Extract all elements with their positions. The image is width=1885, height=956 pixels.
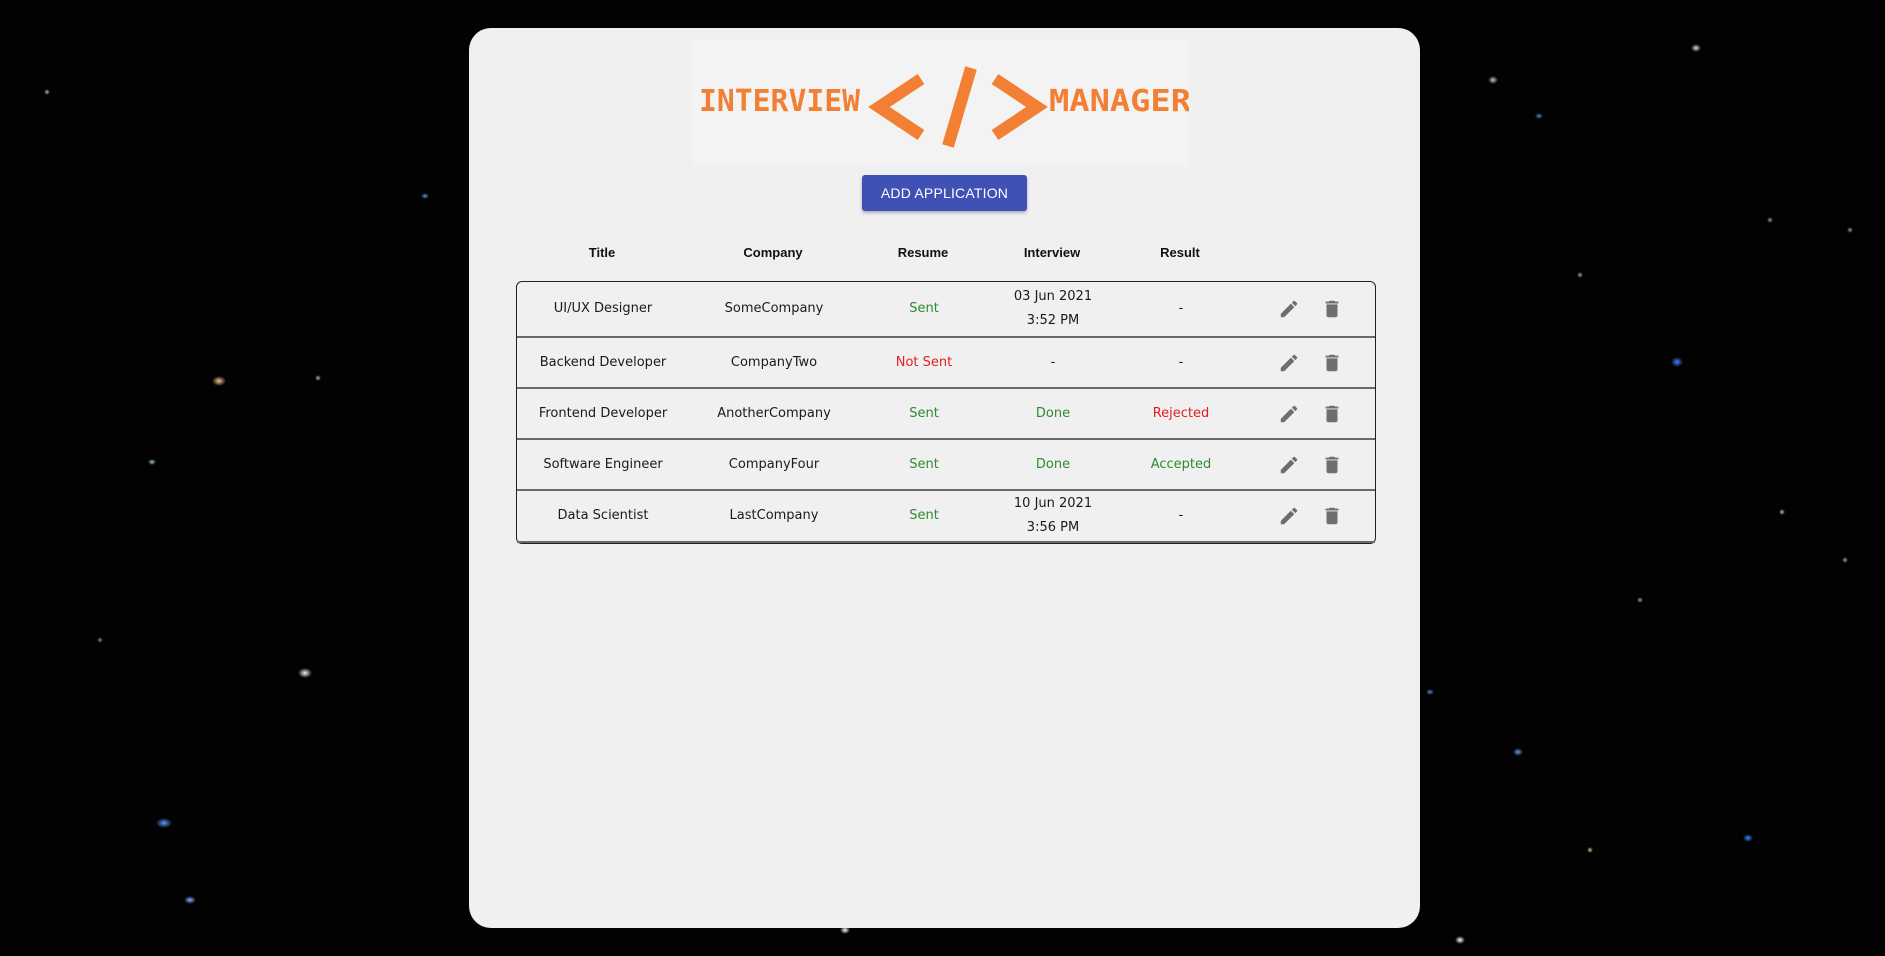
header-result: Result xyxy=(1160,245,1200,260)
cell-company: CompanyFour xyxy=(728,456,820,472)
cell-interview: 10 Jun 2021 3:56 PM xyxy=(1014,492,1092,540)
interview-time: 3:56 PM xyxy=(1026,520,1080,535)
edit-button[interactable] xyxy=(1275,295,1303,323)
delete-button[interactable] xyxy=(1318,451,1346,479)
cell-result: - xyxy=(1178,354,1184,370)
logo-right-word: MANAGER xyxy=(1049,84,1189,119)
main-card: INTERVIEW MANAGER ADD APPLICATION Title … xyxy=(469,28,1420,928)
pencil-icon xyxy=(1280,354,1298,371)
delete-button[interactable] xyxy=(1318,295,1346,323)
cell-interview: Done xyxy=(1035,456,1071,472)
header-title: Title xyxy=(588,245,616,260)
cell-resume: Sent xyxy=(909,301,939,316)
cell-result: - xyxy=(1178,301,1184,316)
edit-button[interactable] xyxy=(1275,451,1303,479)
logo-slash xyxy=(942,66,977,148)
cell-title: Frontend Developer xyxy=(538,405,668,421)
cell-company: CompanyTwo xyxy=(730,354,818,370)
cell-resume: Not Sent xyxy=(895,354,953,370)
cell-company: LastCompany xyxy=(729,508,819,523)
logo-right-bracket xyxy=(991,74,1048,140)
cell-result: - xyxy=(1178,508,1184,523)
cell-resume: Sent xyxy=(909,405,939,421)
cell-interview: - xyxy=(1050,354,1056,370)
cell-title: UI/UX Designer xyxy=(553,301,653,316)
pencil-icon xyxy=(1280,300,1298,318)
header-resume: Resume xyxy=(897,245,949,260)
pencil-icon xyxy=(1280,507,1298,525)
table-row: UI/UX Designer SomeCompany Sent 03 Jun 2… xyxy=(517,282,1375,338)
edit-button[interactable] xyxy=(1275,502,1303,530)
table-row: Data Scientist LastCompany Sent 10 Jun 2… xyxy=(517,491,1375,543)
cell-company: SomeCompany xyxy=(724,301,824,316)
table-header: Title Company Resume Interview Result xyxy=(516,245,1376,271)
interview-date: 10 Jun 2021 xyxy=(1013,496,1093,511)
cell-resume: Sent xyxy=(909,456,939,472)
trash-icon xyxy=(1325,456,1339,473)
trash-icon xyxy=(1325,354,1339,371)
edit-button[interactable] xyxy=(1275,400,1303,428)
trash-icon xyxy=(1325,507,1339,525)
table-row: Backend Developer CompanyTwo Not Sent - … xyxy=(517,338,1375,389)
pencil-icon xyxy=(1280,405,1298,422)
cell-resume: Sent xyxy=(909,508,939,523)
table-row: Frontend Developer AnotherCompany Sent D… xyxy=(517,389,1375,440)
header-interview: Interview xyxy=(1023,245,1081,260)
cell-title: Backend Developer xyxy=(539,354,667,370)
logo-graphic: INTERVIEW MANAGER xyxy=(699,66,1189,148)
applications-table: UI/UX Designer SomeCompany Sent 03 Jun 2… xyxy=(516,281,1376,544)
trash-icon xyxy=(1325,405,1339,422)
header-company: Company xyxy=(743,245,803,260)
interview-time: 3:52 PM xyxy=(1026,313,1080,328)
app-logo: INTERVIEW MANAGER xyxy=(693,40,1189,166)
trash-icon xyxy=(1325,300,1339,318)
interview-date: 03 Jun 2021 xyxy=(1013,289,1093,304)
edit-button[interactable] xyxy=(1275,349,1303,377)
delete-button[interactable] xyxy=(1318,349,1346,377)
delete-button[interactable] xyxy=(1318,400,1346,428)
cell-interview: 03 Jun 2021 3:52 PM xyxy=(1014,285,1092,333)
add-application-button[interactable]: ADD APPLICATION xyxy=(862,175,1027,211)
cell-title: Data Scientist xyxy=(557,508,649,523)
cell-result: Accepted xyxy=(1150,456,1212,472)
table-row: Software Engineer CompanyFour Sent Done … xyxy=(517,440,1375,491)
cell-interview: Done xyxy=(1035,405,1071,421)
delete-button[interactable] xyxy=(1318,502,1346,530)
cell-title: Software Engineer xyxy=(543,456,663,472)
cell-result: Rejected xyxy=(1152,405,1210,421)
logo-left-bracket xyxy=(868,74,925,140)
cell-company: AnotherCompany xyxy=(717,405,831,421)
logo-left-word: INTERVIEW xyxy=(699,84,861,119)
pencil-icon xyxy=(1280,456,1298,473)
